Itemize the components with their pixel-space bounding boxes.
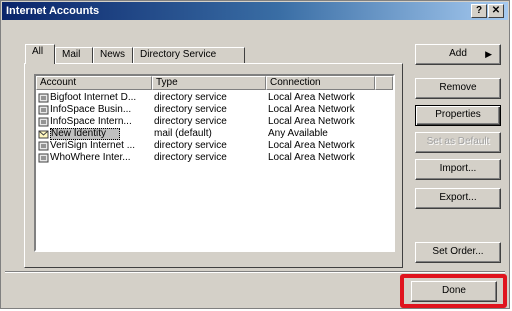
account-name: VeriSign Internet ...	[50, 140, 136, 151]
directory-service-icon	[38, 93, 49, 103]
account-connection: Local Area Network	[268, 104, 355, 115]
column-header-account[interactable]: Account	[36, 76, 152, 90]
internet-accounts-dialog: Internet Accounts ? ✕ All Mail News Dire…	[0, 0, 510, 309]
set-default-button-label: Set as Default	[426, 136, 490, 147]
list-item[interactable]: WhoWhere Inter... directory service Loca…	[36, 152, 393, 164]
window-title: Internet Accounts	[6, 5, 100, 17]
separator	[5, 271, 505, 273]
directory-service-icon	[38, 141, 49, 151]
list-header: Account Type Connection	[36, 76, 393, 90]
account-name: InfoSpace Busin...	[50, 104, 132, 115]
account-name: WhoWhere Inter...	[50, 152, 131, 163]
account-name: InfoSpace Intern...	[50, 116, 132, 127]
list-item[interactable]: InfoSpace Intern... directory service Lo…	[36, 116, 393, 128]
directory-service-icon	[38, 117, 49, 127]
mail-account-icon	[38, 130, 49, 139]
account-type: directory service	[154, 140, 227, 151]
title-bar[interactable]: Internet Accounts ? ✕	[2, 2, 508, 20]
export-button-label: Export...	[439, 192, 477, 203]
list-item-selected[interactable]: New Identity mail (default) Any Availabl…	[36, 128, 393, 140]
import-button-label: Import...	[439, 163, 477, 174]
column-header-type[interactable]: Type	[152, 76, 266, 90]
done-highlight-box	[400, 274, 507, 308]
column-header-filler	[375, 76, 393, 90]
account-connection: Local Area Network	[268, 152, 355, 163]
tab-news[interactable]: News	[93, 47, 133, 63]
account-type: mail (default)	[154, 128, 212, 139]
account-name: Bigfoot Internet D...	[50, 92, 137, 103]
accounts-list[interactable]: Account Type Connection Bigfoot Internet…	[34, 74, 395, 252]
account-connection: Local Area Network	[268, 116, 355, 127]
add-button[interactable]: Add ▶	[415, 44, 501, 65]
remove-button[interactable]: Remove	[415, 78, 501, 99]
directory-service-icon	[38, 105, 49, 115]
tab-directory-service[interactable]: Directory Service	[133, 47, 245, 63]
account-name: New Identity	[50, 128, 120, 140]
remove-button-label: Remove	[439, 82, 477, 93]
set-order-button[interactable]: Set Order...	[415, 242, 501, 263]
export-button[interactable]: Export...	[415, 188, 501, 209]
account-type: directory service	[154, 104, 227, 115]
account-connection: Any Available	[268, 128, 328, 139]
arrow-right-icon: ▶	[485, 49, 492, 59]
account-connection: Local Area Network	[268, 92, 355, 103]
account-type: directory service	[154, 92, 227, 103]
list-item[interactable]: VeriSign Internet ... directory service …	[36, 140, 393, 152]
directory-service-icon	[38, 153, 49, 163]
properties-button[interactable]: Properties	[415, 105, 501, 126]
account-type: directory service	[154, 152, 227, 163]
tab-mail[interactable]: Mail	[55, 47, 93, 63]
list-item[interactable]: InfoSpace Busin... directory service Loc…	[36, 104, 393, 116]
help-icon[interactable]: ?	[471, 4, 487, 18]
list-item[interactable]: Bigfoot Internet D... directory service …	[36, 92, 393, 104]
add-button-label: Add	[449, 48, 467, 59]
account-type: directory service	[154, 116, 227, 127]
import-button[interactable]: Import...	[415, 159, 501, 180]
account-connection: Local Area Network	[268, 140, 355, 151]
set-default-button: Set as Default	[415, 132, 501, 153]
column-header-connection[interactable]: Connection	[266, 76, 375, 90]
tab-all[interactable]: All	[25, 44, 55, 64]
properties-button-label: Properties	[435, 109, 481, 120]
close-icon[interactable]: ✕	[488, 4, 504, 18]
set-order-button-label: Set Order...	[432, 246, 484, 257]
